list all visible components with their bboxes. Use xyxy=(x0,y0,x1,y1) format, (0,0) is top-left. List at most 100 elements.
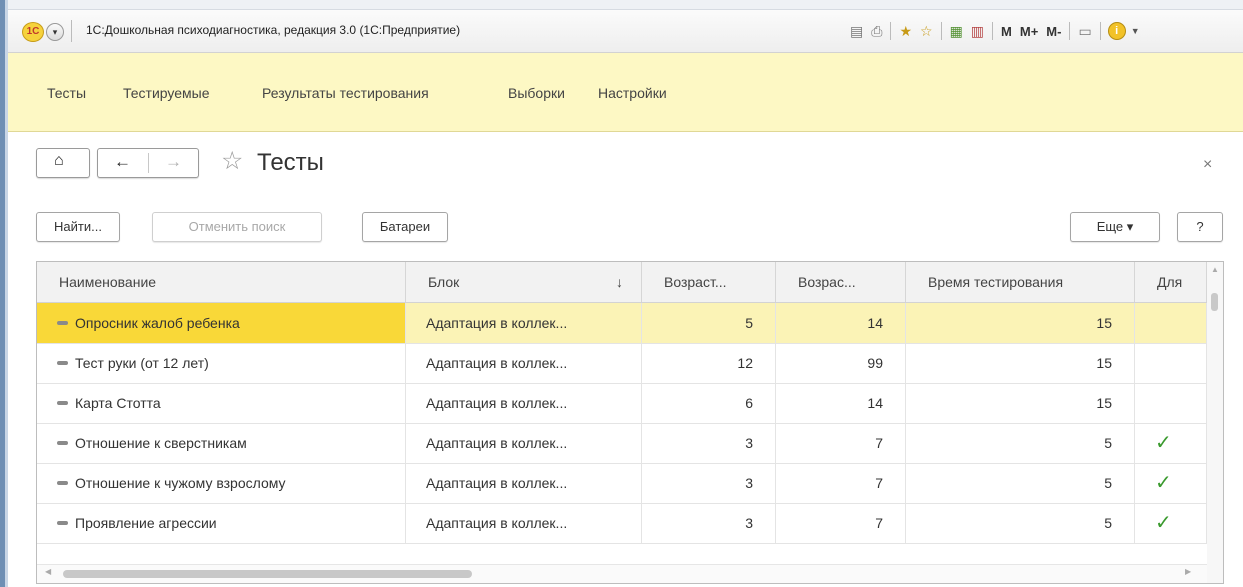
horizontal-scrollbar[interactable]: ◀ ▶ xyxy=(37,564,1207,583)
cell-name[interactable]: Проявление агрессии xyxy=(37,503,406,543)
cell-block[interactable]: Адаптация в коллек... xyxy=(406,383,642,423)
batteries-button[interactable]: Батареи xyxy=(362,212,448,242)
section-samples[interactable]: Выборки xyxy=(508,85,565,101)
section-settings[interactable]: Настройки xyxy=(598,85,667,101)
back-arrow-icon[interactable]: ← xyxy=(114,152,131,172)
cell-age-from[interactable]: 3 xyxy=(642,463,776,503)
cell-block[interactable]: Адаптация в коллек... xyxy=(406,463,642,503)
table-row[interactable]: Карта Стотта Адаптация в коллек... 6 14 15 xyxy=(37,383,1207,424)
favorites-add-icon[interactable]: ★ xyxy=(899,23,912,40)
cell-block[interactable]: Адаптация в коллек... xyxy=(406,423,642,463)
window-title: 1С:Дошкольная психодиагностика, редакция… xyxy=(86,23,461,37)
cell-name[interactable]: Отношение к сверстникам xyxy=(37,423,406,463)
cell-for[interactable]: ✓ xyxy=(1135,463,1207,503)
cell-testing-time[interactable]: 15 xyxy=(906,343,1135,383)
m-plus-icon[interactable]: M+ xyxy=(1020,24,1038,39)
cell-for[interactable]: ✓ xyxy=(1135,423,1207,463)
cell-age-from[interactable]: 3 xyxy=(642,423,776,463)
cell-for[interactable]: ✓ xyxy=(1135,503,1207,543)
cell-block[interactable]: Адаптация в коллек... xyxy=(406,503,642,543)
favorite-star-icon[interactable]: ☆ xyxy=(221,146,243,176)
cell-age-from[interactable]: 6 xyxy=(642,383,776,423)
panel-icon[interactable]: ▭ xyxy=(1078,23,1091,40)
nav-divider xyxy=(148,153,149,173)
main-menu-button[interactable]: ▾ xyxy=(46,23,64,41)
cell-text: Отношение к чужому взрослому xyxy=(75,475,286,491)
1c-logo-icon[interactable]: 1С xyxy=(22,22,44,42)
cell-age-to[interactable]: 14 xyxy=(776,303,906,343)
cell-block[interactable]: Адаптация в коллек... xyxy=(406,303,642,343)
checkmark-icon: ✓ xyxy=(1155,472,1172,494)
cell-name[interactable]: Тест руки (от 12 лет) xyxy=(37,343,406,383)
column-header-for[interactable]: Для xyxy=(1135,262,1207,302)
form-title: Тесты xyxy=(257,149,324,176)
cell-name[interactable]: Карта Стотта xyxy=(37,383,406,423)
column-header-label: Возрас... xyxy=(798,274,856,290)
m-minus-icon[interactable]: M- xyxy=(1046,24,1061,39)
cell-age-to[interactable]: 99 xyxy=(776,343,906,383)
save-icon[interactable]: ▤ xyxy=(850,23,863,40)
cell-testing-time[interactable]: 5 xyxy=(906,463,1135,503)
cell-name[interactable]: Опросник жалоб ребенка xyxy=(37,303,406,343)
calculator-icon[interactable]: ▦ xyxy=(950,23,963,40)
table-row[interactable]: Проявление агрессии Адаптация в коллек...… xyxy=(37,503,1207,544)
element-marker-icon xyxy=(57,521,68,526)
favorites-icon[interactable]: ☆ xyxy=(920,23,933,40)
more-button[interactable]: Еще ▾ xyxy=(1070,212,1160,242)
column-header-label: Для xyxy=(1157,274,1183,290)
cell-for[interactable] xyxy=(1135,343,1207,383)
m-icon[interactable]: M xyxy=(1001,24,1012,39)
close-icon[interactable]: × xyxy=(1203,156,1212,174)
title-separator xyxy=(71,20,72,42)
cell-age-to[interactable]: 7 xyxy=(776,463,906,503)
cell-testing-time[interactable]: 15 xyxy=(906,383,1135,423)
checkmark-icon: ✓ xyxy=(1155,512,1172,534)
cell-testing-time[interactable]: 5 xyxy=(906,423,1135,463)
cell-block[interactable]: Адаптация в коллек... xyxy=(406,343,642,383)
find-button[interactable]: Найти... xyxy=(36,212,120,242)
history-navigation: ← → xyxy=(97,148,199,178)
home-icon: ⌂ xyxy=(54,152,64,169)
column-header-block[interactable]: Блок ↓ xyxy=(406,262,642,302)
scroll-right-icon[interactable]: ▶ xyxy=(1185,567,1191,576)
table-row[interactable]: Отношение к чужому взрослому Адаптация в … xyxy=(37,463,1207,504)
print-icon[interactable]: ⎙ xyxy=(871,23,882,40)
checkmark-icon: ✓ xyxy=(1155,432,1172,454)
vertical-scroll-thumb[interactable] xyxy=(1211,293,1218,311)
vertical-scrollbar[interactable]: ▲ xyxy=(1207,262,1223,583)
help-button[interactable]: ? xyxy=(1177,212,1223,242)
scroll-up-icon[interactable]: ▲ xyxy=(1211,265,1219,274)
horizontal-scroll-thumb[interactable] xyxy=(63,570,472,578)
cell-name[interactable]: Отношение к чужому взрослому xyxy=(37,463,406,503)
toolbar-separator xyxy=(940,22,942,40)
table-row[interactable]: Опросник жалоб ребенка Адаптация в коллек… xyxy=(37,303,1207,344)
cell-age-from[interactable]: 12 xyxy=(642,343,776,383)
cell-age-to[interactable]: 7 xyxy=(776,503,906,543)
cell-testing-time[interactable]: 15 xyxy=(906,303,1135,343)
cell-for[interactable] xyxy=(1135,303,1207,343)
table-row[interactable]: Тест руки (от 12 лет) Адаптация в коллек.… xyxy=(37,343,1207,384)
section-tests[interactable]: Тесты xyxy=(47,85,86,101)
column-header-age-to[interactable]: Возрас... xyxy=(776,262,906,302)
chevron-down-icon[interactable]: ▼ xyxy=(1131,26,1140,36)
cell-age-to[interactable]: 14 xyxy=(776,383,906,423)
cell-testing-time[interactable]: 5 xyxy=(906,503,1135,543)
cell-age-to[interactable]: 7 xyxy=(776,423,906,463)
cell-age-from[interactable]: 5 xyxy=(642,303,776,343)
section-subjects[interactable]: Тестируемые xyxy=(123,85,210,101)
column-header-age-from[interactable]: Возраст... xyxy=(642,262,776,302)
cancel-search-button[interactable]: Отменить поиск xyxy=(152,212,322,242)
table-row[interactable]: Отношение к сверстникам Адаптация в колле… xyxy=(37,423,1207,464)
scroll-left-icon[interactable]: ◀ xyxy=(45,567,51,576)
cell-for[interactable] xyxy=(1135,383,1207,423)
toolbar-separator xyxy=(1099,22,1101,40)
column-header-name[interactable]: Наименование xyxy=(37,262,406,302)
home-button[interactable]: ⌂ xyxy=(36,148,90,178)
section-results[interactable]: Результаты тестирования xyxy=(262,85,429,101)
column-header-label: Блок xyxy=(428,274,460,290)
info-icon[interactable]: i xyxy=(1107,22,1126,40)
cell-age-from[interactable]: 3 xyxy=(642,503,776,543)
column-header-testing-time[interactable]: Время тестирования xyxy=(906,262,1135,302)
forward-arrow-icon[interactable]: → xyxy=(165,152,182,172)
calendar-icon[interactable]: ▥ xyxy=(971,23,984,40)
